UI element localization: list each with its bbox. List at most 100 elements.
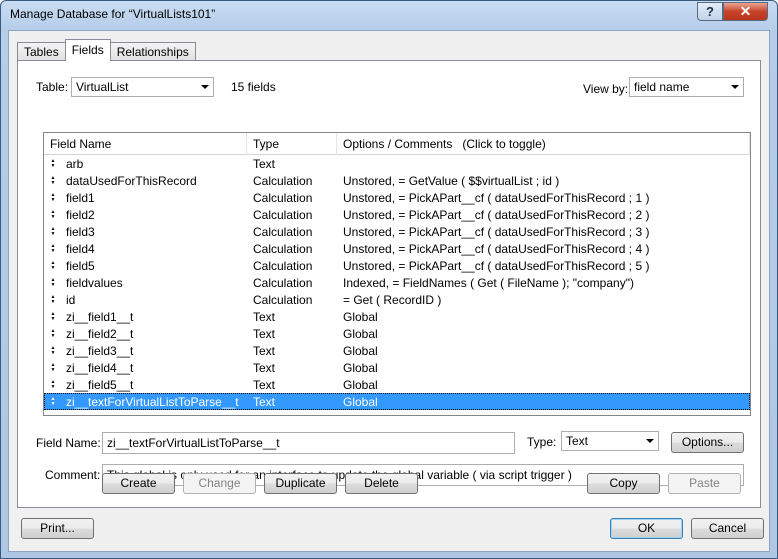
field-name-text: field5 xyxy=(66,258,95,273)
drag-handle-icon[interactable]: ▲ ▼ xyxy=(48,158,58,169)
change-button[interactable]: Change xyxy=(183,473,256,494)
comment-label: Comment: xyxy=(45,468,101,482)
drag-handle-icon[interactable]: ▲ ▼ xyxy=(48,328,58,339)
drag-handle-icon[interactable]: ▲ ▼ xyxy=(48,226,58,237)
tab-fields[interactable]: Fields xyxy=(64,39,111,61)
type-select[interactable]: Text xyxy=(561,431,659,451)
field-name-text: id xyxy=(66,292,76,307)
chevron-down-icon xyxy=(731,85,739,89)
tab-tables[interactable]: Tables xyxy=(17,42,66,61)
field-row[interactable]: ▲ ▼ zi__field3__t Text Global xyxy=(44,342,750,359)
field-type-cell: Calculation xyxy=(253,241,313,256)
options-button[interactable]: Options... xyxy=(671,432,744,453)
view-by-select[interactable]: field name xyxy=(629,77,744,97)
field-options-cell: Unstored, = PickAPart__cf ( dataUsedForT… xyxy=(343,207,650,222)
field-options-cell: Global xyxy=(343,377,378,392)
field-type-cell: Calculation xyxy=(253,275,313,290)
drag-handle-icon[interactable]: ▲ ▼ xyxy=(48,277,58,288)
view-by-label: View by: xyxy=(583,82,629,96)
tab-relationships[interactable]: Relationships xyxy=(109,42,196,61)
field-row[interactable]: ▲ ▼ field3 Calculation Unstored, = PickAPart… xyxy=(44,223,750,240)
field-options-cell: Global xyxy=(343,326,378,341)
field-row[interactable]: ▲ ▼ field1 Calculation Unstored, = PickAPart… xyxy=(44,189,750,206)
delete-button[interactable]: Delete xyxy=(345,473,418,494)
copy-button[interactable]: Copy xyxy=(587,473,660,494)
field-name-cell: ▲ ▼ arb xyxy=(44,157,247,171)
field-type-cell: Calculation xyxy=(253,258,313,273)
field-row[interactable]: ▲ ▼ fieldvalues Calculation Indexed, = Field… xyxy=(44,274,750,291)
field-name-cell: ▲ ▼ fieldvalues xyxy=(44,276,247,290)
close-button[interactable]: ✕ xyxy=(723,2,768,21)
fields-list[interactable]: Field Name Type Options / Comments (Clic… xyxy=(43,132,751,416)
help-icon: ? xyxy=(706,4,714,19)
list-header: Field Name Type Options / Comments (Clic… xyxy=(44,133,750,155)
field-name-text: field4 xyxy=(66,241,95,256)
drag-handle-icon[interactable]: ▲ ▼ xyxy=(48,192,58,203)
drag-handle-icon[interactable]: ▲ ▼ xyxy=(48,379,58,390)
field-name-cell: ▲ ▼ zi__field5__t xyxy=(44,378,247,392)
field-type-cell: Calculation xyxy=(253,207,313,222)
field-name-cell: ▲ ▼ field5 xyxy=(44,259,247,273)
field-name-cell: ▲ ▼ field2 xyxy=(44,208,247,222)
field-row[interactable]: ▲ ▼ field2 Calculation Unstored, = PickAPart… xyxy=(44,206,750,223)
field-name-text: zi__field5__t xyxy=(66,377,134,392)
type-label: Type: xyxy=(527,435,557,449)
field-name-cell: ▲ ▼ dataUsedForThisRecord xyxy=(44,174,247,188)
field-row[interactable]: ▲ ▼ dataUsedForThisRecord Calculation Unstor… xyxy=(44,172,750,189)
field-row[interactable]: ▲ ▼ zi__field4__t Text Global xyxy=(44,359,750,376)
field-name-cell: ▲ ▼ field3 xyxy=(44,225,247,239)
drag-handle-icon[interactable]: ▲ ▼ xyxy=(48,209,58,220)
field-name-cell: ▲ ▼ zi__field3__t xyxy=(44,344,247,358)
field-count: 15 fields xyxy=(231,80,276,94)
field-type-cell: Text xyxy=(253,309,276,324)
create-button[interactable]: Create xyxy=(102,473,175,494)
field-type-cell: Text xyxy=(253,156,276,171)
field-name-input[interactable]: zi__textForVirtualListToParse__t xyxy=(102,432,515,454)
ok-button[interactable]: OK xyxy=(610,518,683,539)
field-name-text: zi__field4__t xyxy=(66,360,134,375)
column-header-options[interactable]: Options / Comments (Click to toggle) xyxy=(337,133,750,155)
drag-handle-icon[interactable]: ▲ ▼ xyxy=(48,311,58,322)
field-row[interactable]: ▲ ▼ field5 Calculation Unstored, = PickAPart… xyxy=(44,257,750,274)
column-header-field-name[interactable]: Field Name xyxy=(44,133,247,155)
field-row[interactable]: ▲ ▼ zi__field1__t Text Global xyxy=(44,308,750,325)
field-type-cell: Text xyxy=(253,326,276,341)
field-row[interactable]: ▲ ▼ arb Text xyxy=(44,155,750,172)
column-header-type[interactable]: Type xyxy=(247,133,337,155)
print-button[interactable]: Print... xyxy=(21,518,94,539)
drag-handle-icon[interactable]: ▲ ▼ xyxy=(48,175,58,186)
field-type-cell: Text xyxy=(253,377,276,392)
field-name-cell: ▲ ▼ zi__field1__t xyxy=(44,310,247,324)
drag-handle-icon[interactable]: ▲ ▼ xyxy=(48,260,58,271)
help-button[interactable]: ? xyxy=(697,2,723,21)
window-title: Manage Database for “VirtualLists101” xyxy=(10,7,216,21)
drag-handle-icon[interactable]: ▲ ▼ xyxy=(48,345,58,356)
field-name-text: field3 xyxy=(66,224,95,239)
field-row[interactable]: ▲ ▼ zi__field5__t Text Global xyxy=(44,376,750,393)
drag-handle-icon[interactable]: ▲ ▼ xyxy=(48,396,58,407)
field-row[interactable]: ▲ ▼ id Calculation = Get ( RecordID ) xyxy=(44,291,750,308)
field-name-text: fieldvalues xyxy=(66,275,123,290)
field-name-text: zi__textForVirtualListToParse__t xyxy=(66,394,239,409)
field-row[interactable]: ▲ ▼ zi__field2__t Text Global xyxy=(44,325,750,342)
field-name-cell: ▲ ▼ field4 xyxy=(44,242,247,256)
field-name-cell: ▲ ▼ zi__textForVirtualListToParse__t xyxy=(44,395,247,409)
field-options-cell: Unstored, = PickAPart__cf ( dataUsedForT… xyxy=(343,190,650,205)
drag-handle-icon[interactable]: ▲ ▼ xyxy=(48,294,58,305)
drag-handle-icon[interactable]: ▲ ▼ xyxy=(48,362,58,373)
field-row[interactable]: ▲ ▼ zi__textForVirtualListToParse__t Text Gl… xyxy=(44,393,750,410)
field-options-cell: Unstored, = PickAPart__cf ( dataUsedForT… xyxy=(343,241,650,256)
field-name-text: zi__field1__t xyxy=(66,309,134,324)
table-select[interactable]: VirtualList xyxy=(71,77,214,97)
field-options-cell: Indexed, = FieldNames ( Get ( FileName )… xyxy=(343,275,634,290)
field-row[interactable]: ▲ ▼ field4 Calculation Unstored, = PickAPart… xyxy=(44,240,750,257)
duplicate-button[interactable]: Duplicate xyxy=(264,473,337,494)
list-rows: ▲ ▼ arb Text ▲ ▼ dataUsedForThisRecord Calculat… xyxy=(44,155,750,410)
chevron-down-icon xyxy=(646,439,654,443)
paste-button[interactable]: Paste xyxy=(668,473,741,494)
field-type-cell: Calculation xyxy=(253,173,313,188)
cancel-button[interactable]: Cancel xyxy=(691,518,764,539)
field-type-cell: Calculation xyxy=(253,224,313,239)
drag-handle-icon[interactable]: ▲ ▼ xyxy=(48,243,58,254)
close-icon: ✕ xyxy=(739,3,752,19)
